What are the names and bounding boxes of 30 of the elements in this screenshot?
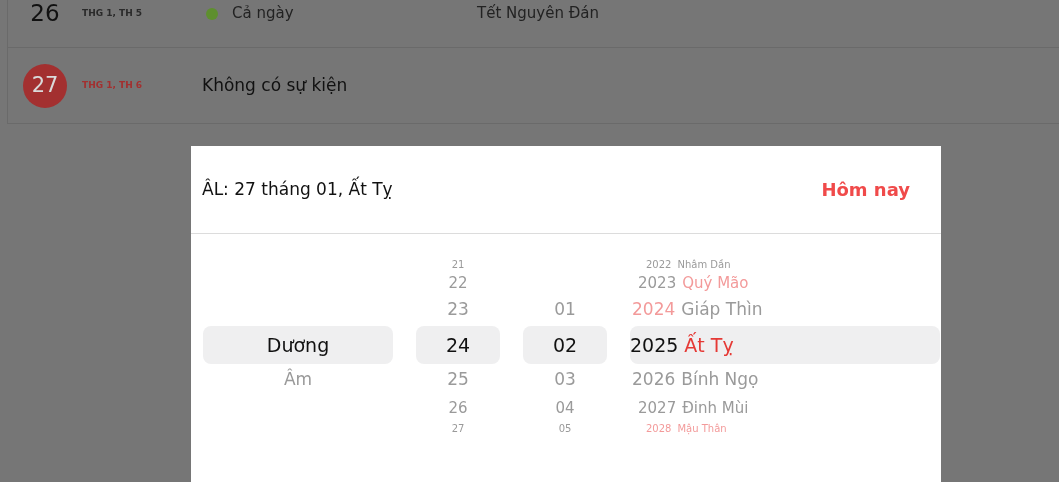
year-option[interactable]: 2026 Bính Ngọ: [630, 364, 940, 396]
empty-message: Không có sự kiện: [202, 73, 348, 97]
year-option[interactable]: 2025 Ất Tỵ: [630, 326, 940, 364]
day-option[interactable]: 24: [416, 326, 500, 364]
day-option[interactable]: 22: [416, 272, 500, 294]
year-option[interactable]: 2024 Giáp Thìn: [630, 294, 940, 326]
day-number: 26: [30, 0, 60, 29]
calendar-type-option[interactable]: Dương: [203, 326, 393, 364]
day-option[interactable]: 25: [416, 364, 500, 396]
weekday-label: THG 1, TH 5: [82, 6, 144, 20]
month-option[interactable]: 02: [523, 326, 607, 364]
weekday-label: THG 1, TH 6: [82, 78, 144, 92]
calendar-type-option[interactable]: Âm: [203, 364, 393, 396]
event-title: Tết Nguyên Đán: [477, 3, 599, 25]
year-option[interactable]: 2023 Quý Mão: [630, 272, 940, 294]
month-option[interactable]: 03: [523, 364, 607, 396]
day-number: 27: [23, 63, 67, 108]
month-option[interactable]: 01: [523, 294, 607, 326]
day-option[interactable]: 26: [416, 396, 500, 420]
year-option[interactable]: 2022 Nhâm Dần: [630, 256, 940, 272]
day-option[interactable]: 21: [416, 256, 500, 272]
month-option[interactable]: 04: [523, 396, 607, 420]
year-option[interactable]: 2027 Đinh Mùi: [630, 396, 940, 420]
day-option[interactable]: 23: [416, 294, 500, 326]
month-option[interactable]: 05: [523, 420, 607, 436]
lunar-date-label: ÂL: 27 tháng 01, Ất Tỵ: [202, 176, 393, 201]
day-option[interactable]: 27: [416, 420, 500, 436]
year-option[interactable]: 2028 Mậu Thân: [630, 420, 940, 436]
event-time: Cả ngày: [232, 3, 295, 25]
today-button[interactable]: Hôm nay: [821, 176, 930, 203]
